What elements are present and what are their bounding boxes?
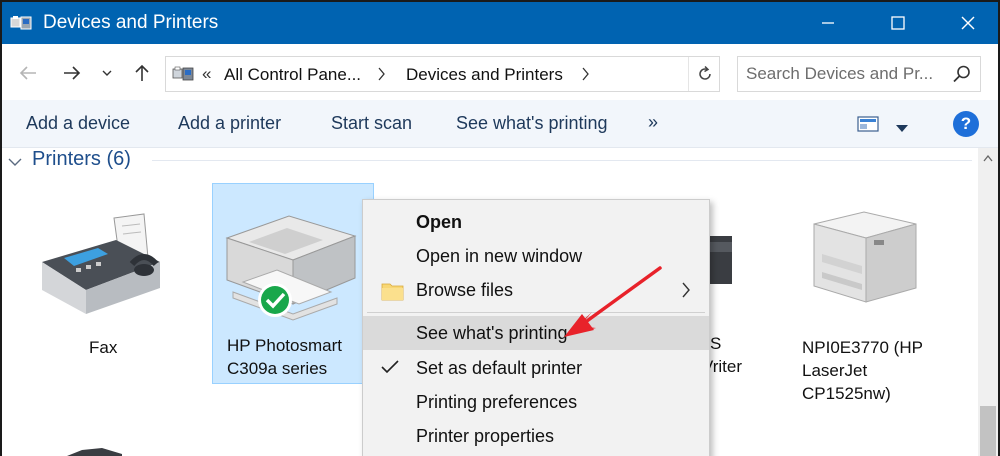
arrow-up-icon bbox=[135, 64, 149, 81]
fax-icon bbox=[42, 213, 160, 314]
menu-item-printing-preferences[interactable]: Printing preferences bbox=[363, 385, 709, 419]
breadcrumb-control-panel[interactable]: All Control Pane... bbox=[224, 65, 361, 85]
breadcrumb-devices-and-printers[interactable]: Devices and Printers bbox=[406, 65, 563, 85]
menu-item-set-default-printer[interactable]: Set as default printer bbox=[363, 351, 709, 385]
refresh-icon bbox=[698, 65, 711, 80]
device-icon-partial bbox=[67, 448, 122, 456]
minimize-button[interactable] bbox=[798, 2, 858, 44]
breadcrumb-overflow[interactable]: « bbox=[202, 64, 211, 84]
chevron-up-icon bbox=[983, 154, 993, 161]
group-divider bbox=[152, 160, 972, 161]
arrow-left-icon bbox=[19, 66, 36, 80]
more-commands-button[interactable]: » bbox=[648, 112, 658, 133]
submenu-arrow-icon bbox=[681, 282, 691, 303]
add-printer-button[interactable]: Add a printer bbox=[178, 113, 281, 134]
chevron-right-icon bbox=[582, 67, 589, 81]
maximize-button[interactable] bbox=[868, 2, 928, 44]
printers-group-label: Printers (6) bbox=[32, 148, 131, 170]
arrow-right-icon bbox=[64, 66, 81, 80]
breadcrumb-separator[interactable] bbox=[582, 66, 590, 86]
device-name-line3: CP1525nw) bbox=[802, 384, 891, 403]
menu-item-printer-properties[interactable]: Printer properties bbox=[363, 419, 709, 453]
devices-printers-icon bbox=[172, 64, 194, 84]
forward-button[interactable] bbox=[58, 59, 86, 87]
chevron-right-icon bbox=[378, 67, 385, 81]
device-name-line2: C309a series bbox=[227, 359, 328, 378]
device-name-line1: NPI0E3770 (HP bbox=[802, 338, 923, 357]
inkjet-printer-icon bbox=[225, 215, 357, 321]
maximize-icon bbox=[891, 16, 905, 30]
start-scan-button[interactable]: Start scan bbox=[331, 113, 412, 134]
collapse-chevron-icon[interactable] bbox=[8, 154, 22, 172]
search-box[interactable] bbox=[737, 56, 981, 92]
device-printer-partial[interactable]: S Vriter bbox=[702, 208, 762, 388]
breadcrumb-separator[interactable] bbox=[378, 66, 386, 86]
close-icon bbox=[961, 16, 975, 30]
devices-and-printers-window: Devices and Printers « All Control Pane.… bbox=[2, 2, 998, 456]
devices-printers-icon bbox=[10, 13, 32, 33]
window-title: Devices and Printers bbox=[43, 12, 219, 33]
see-whats-printing-button[interactable]: See what's printing bbox=[456, 113, 608, 134]
back-button[interactable] bbox=[14, 59, 42, 87]
device-fax[interactable]: Fax bbox=[32, 188, 172, 388]
device-name-line2: LaserJet bbox=[802, 361, 868, 380]
device-name-line1: S bbox=[710, 334, 722, 353]
menu-item-open[interactable]: Open bbox=[363, 205, 709, 239]
add-device-button[interactable]: Add a device bbox=[26, 113, 130, 134]
view-options-dropdown-icon[interactable] bbox=[896, 120, 908, 138]
refresh-button[interactable] bbox=[688, 57, 720, 91]
checkmark-icon bbox=[381, 360, 399, 379]
annotation-arrow-icon bbox=[564, 266, 662, 337]
device-name: Fax bbox=[89, 338, 118, 357]
device-hp-photosmart[interactable]: HP Photosmart C309a series bbox=[212, 183, 374, 384]
folder-icon bbox=[381, 280, 405, 307]
printers-group-header[interactable]: Printers (6) bbox=[2, 148, 978, 172]
scroll-thumb[interactable] bbox=[980, 406, 996, 456]
device-hp-laserjet[interactable]: NPI0E3770 (HP LaserJet CP1525nw) bbox=[792, 188, 962, 408]
close-button[interactable] bbox=[938, 2, 998, 44]
chevron-down-icon bbox=[102, 70, 112, 76]
minimize-icon bbox=[822, 22, 834, 24]
laser-printer-icon bbox=[813, 211, 917, 303]
scroll-up-button[interactable] bbox=[978, 148, 998, 168]
address-bar[interactable]: « All Control Pane... Devices and Printe… bbox=[165, 56, 720, 92]
change-view-icon[interactable] bbox=[857, 116, 879, 137]
command-bar: Add a device Add a printer Start scan Se… bbox=[2, 100, 998, 148]
navigation-bar: « All Control Pane... Devices and Printe… bbox=[2, 44, 998, 100]
up-button[interactable] bbox=[128, 59, 156, 87]
title-bar: Devices and Printers bbox=[2, 2, 998, 44]
search-icon[interactable] bbox=[952, 64, 972, 89]
search-input[interactable] bbox=[746, 63, 946, 85]
help-button[interactable]: ? bbox=[953, 111, 979, 137]
recent-locations-button[interactable] bbox=[98, 59, 116, 87]
vertical-scrollbar[interactable] bbox=[978, 148, 998, 456]
device-name-line1: HP Photosmart bbox=[227, 336, 342, 355]
